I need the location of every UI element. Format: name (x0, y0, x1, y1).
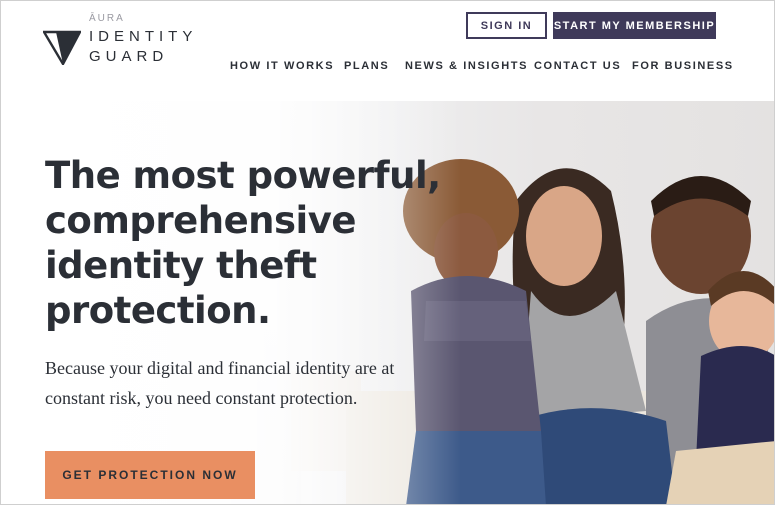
sign-in-button[interactable]: SIGN IN (466, 12, 547, 39)
hero-headline-line-1: The most powerful, (45, 154, 441, 197)
nav-contact-us[interactable]: CONTACT US (534, 60, 621, 72)
hero-headline-line-4: protection. (45, 289, 271, 332)
logo-identity-text: IDENTITY (89, 28, 198, 45)
hero-subtext: Because your digital and financial ident… (45, 353, 425, 413)
logo-aura-text: ĀURA (89, 13, 125, 24)
hero-headline-line-3: identity theft (45, 244, 317, 287)
site-header: ĀURA IDENTITY GUARD SIGN IN START MY MEM… (1, 1, 774, 101)
nav-for-business[interactable]: FOR BUSINESS (632, 60, 734, 72)
hero-headline: The most powerful, comprehensive identit… (45, 153, 445, 333)
page: ĀURA IDENTITY GUARD SIGN IN START MY MEM… (0, 0, 775, 505)
hero-subtext-line-1: Because your digital and financial ident… (45, 358, 395, 378)
main-nav: HOW IT WORKS PLANS NEWS & INSIGHTS CONTA… (1, 60, 774, 74)
hero-subtext-line-2: constant risk, you need constant protect… (45, 388, 358, 408)
nav-plans[interactable]: PLANS (344, 60, 389, 72)
hero-headline-line-2: comprehensive (45, 199, 356, 242)
hero-section: The most powerful, comprehensive identit… (1, 101, 774, 504)
get-protection-button[interactable]: GET PROTECTION NOW (45, 451, 255, 499)
start-membership-button[interactable]: START MY MEMBERSHIP (553, 12, 716, 39)
nav-news-insights[interactable]: NEWS & INSIGHTS (405, 60, 528, 72)
nav-how-it-works[interactable]: HOW IT WORKS (230, 60, 334, 72)
